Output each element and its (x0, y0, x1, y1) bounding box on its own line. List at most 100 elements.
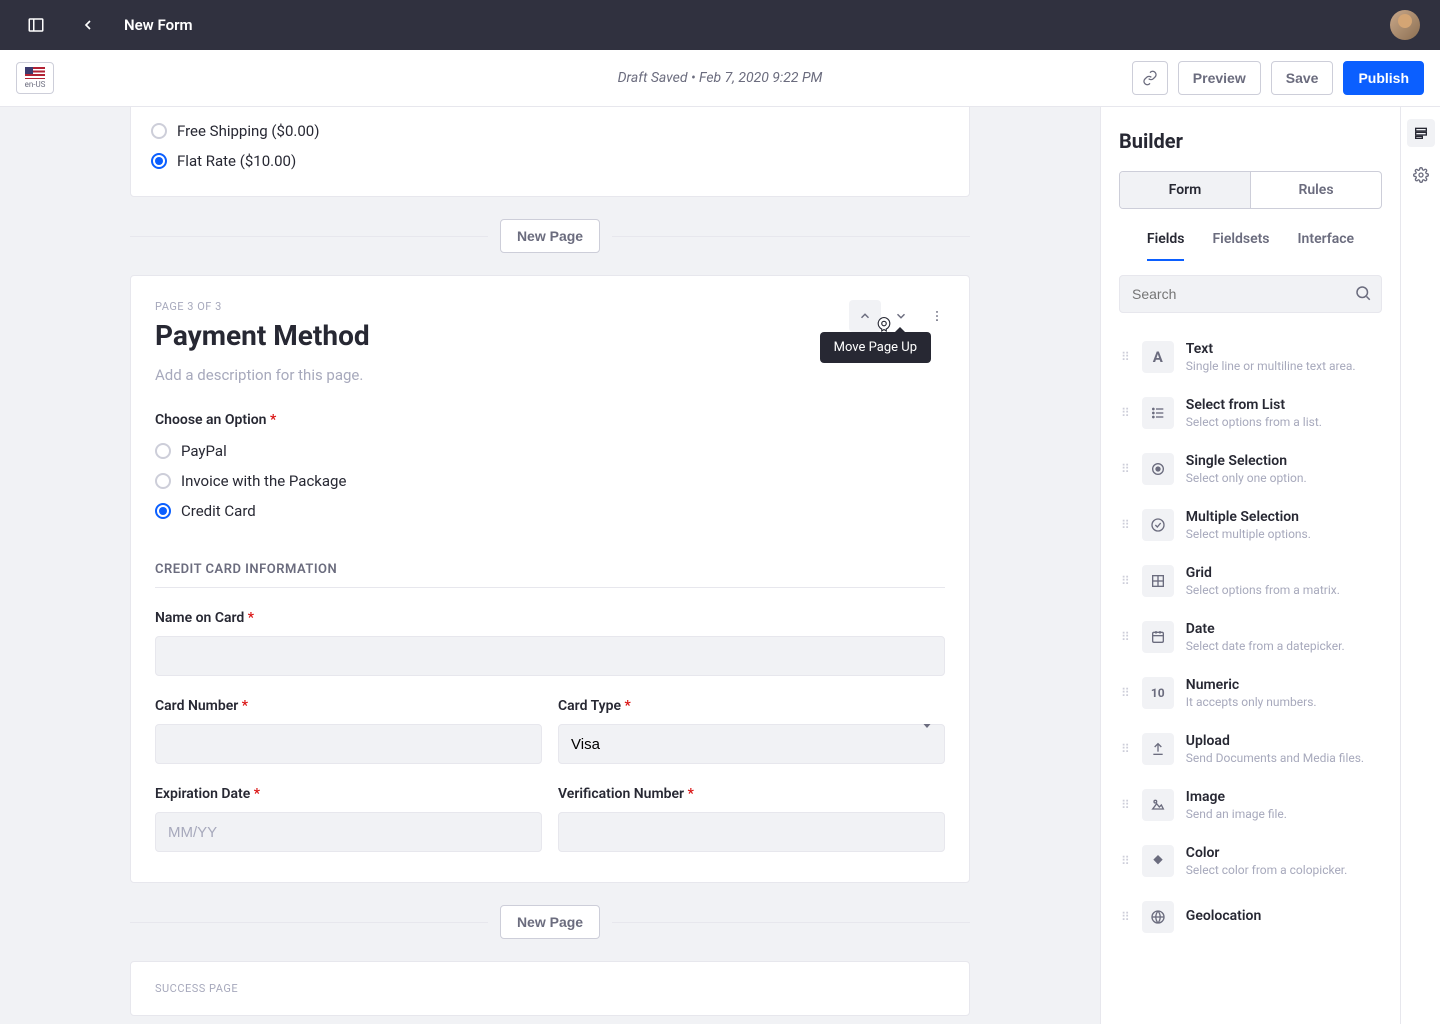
seg-form[interactable]: Form (1120, 172, 1250, 208)
field-type-icon (1142, 901, 1174, 933)
toolbar-actions: Preview Save Publish (1132, 61, 1424, 95)
field-item-geolocation[interactable]: ⠿Geolocation (1119, 889, 1382, 945)
locale-code: en-US (25, 80, 46, 89)
field-item-single-selection[interactable]: ⠿Single SelectionSelect only one option. (1119, 441, 1382, 497)
subtab-interface[interactable]: Interface (1298, 231, 1355, 261)
locale-selector[interactable]: en-US (16, 62, 54, 94)
field-item-text[interactable]: ⠿ATextSingle line or multiline text area… (1119, 329, 1382, 385)
new-page-button[interactable]: New Page (500, 219, 600, 253)
builder-segmented: Form Rules (1119, 171, 1382, 209)
field-item-date[interactable]: ⠿DateSelect date from a datepicker. (1119, 609, 1382, 665)
radio-icon (151, 153, 167, 169)
option-label: Credit Card (181, 502, 256, 520)
verification-input[interactable] (558, 812, 945, 852)
new-page-button[interactable]: New Page (500, 905, 600, 939)
seg-rules[interactable]: Rules (1250, 172, 1381, 208)
option-label: Free Shipping ($0.00) (177, 122, 319, 140)
cursor-icon (875, 316, 893, 334)
field-name: Date (1186, 621, 1345, 637)
fields-search-input[interactable] (1119, 275, 1382, 313)
field-item-grid[interactable]: ⠿GridSelect options from a matrix. (1119, 553, 1382, 609)
sidebar-toggle-icon[interactable] (20, 9, 52, 41)
card-type-select[interactable] (558, 724, 945, 764)
payment-option[interactable]: Invoice with the Package (155, 466, 945, 496)
link-button[interactable] (1132, 61, 1168, 95)
required-asterisk: * (270, 412, 276, 428)
back-icon[interactable] (72, 9, 104, 41)
field-name: Image (1186, 789, 1287, 805)
drag-handle-icon: ⠿ (1121, 798, 1130, 812)
field-type-icon (1142, 453, 1174, 485)
field-item-upload[interactable]: ⠿UploadSend Documents and Media files. (1119, 721, 1382, 777)
field-name: Multiple Selection (1186, 509, 1311, 525)
field-item-multiple-selection[interactable]: ⠿Multiple SelectionSelect multiple optio… (1119, 497, 1382, 553)
drag-handle-icon: ⠿ (1121, 742, 1130, 756)
rail-settings-icon[interactable] (1407, 161, 1435, 189)
page-description[interactable]: Add a description for this page. (155, 366, 945, 384)
field-item-select-from-list[interactable]: ⠿Select from ListSelect options from a l… (1119, 385, 1382, 441)
field-label: Choose an Option * (155, 412, 945, 428)
payment-option[interactable]: Credit Card (155, 496, 945, 526)
radio-icon (155, 473, 171, 489)
field-type-icon (1142, 789, 1174, 821)
drag-handle-icon: ⠿ (1121, 686, 1130, 700)
canvas[interactable]: Free Shipping ($0.00) Flat Rate ($10.00)… (0, 107, 1100, 1024)
field-name: Numeric (1186, 677, 1317, 693)
name-on-card-input[interactable] (155, 636, 945, 676)
field-type-icon (1142, 565, 1174, 597)
save-button[interactable]: Save (1271, 61, 1334, 95)
avatar[interactable] (1390, 10, 1420, 40)
toolbar: en-US Draft Saved • Feb 7, 2020 9:22 PM … (0, 50, 1440, 107)
field-label: Expiration Date * (155, 786, 542, 802)
page-title: New Form (124, 16, 193, 34)
field-desc: Select options from a list. (1186, 415, 1322, 429)
field-name: Color (1186, 845, 1348, 861)
radio-icon (155, 503, 171, 519)
payment-option[interactable]: PayPal (155, 436, 945, 466)
preview-button[interactable]: Preview (1178, 61, 1261, 95)
shipping-option[interactable]: Free Shipping ($0.00) (151, 116, 949, 146)
field-item-color[interactable]: ⠿ Color Select color from a colopicker. (1119, 833, 1382, 889)
rail-builder-icon[interactable] (1407, 119, 1435, 147)
drag-handle-icon: ⠿ (1121, 910, 1130, 924)
drag-handle-icon: ⠿ (1121, 462, 1130, 476)
field-desc: Select only one option. (1186, 471, 1307, 485)
field-label: Card Type * (558, 698, 945, 714)
page-more-button[interactable] (921, 300, 953, 332)
subtab-fields[interactable]: Fields (1147, 231, 1185, 261)
field-name: Upload (1186, 733, 1364, 749)
field-desc: Select color from a colopicker. (1186, 863, 1348, 877)
field-type-icon (1142, 621, 1174, 653)
publish-button[interactable]: Publish (1343, 61, 1424, 95)
subtab-fieldsets[interactable]: Fieldsets (1212, 231, 1269, 261)
shipping-card: Free Shipping ($0.00) Flat Rate ($10.00) (130, 107, 970, 197)
field-name: Text (1186, 341, 1356, 357)
shipping-option[interactable]: Flat Rate ($10.00) (151, 146, 949, 176)
flag-us-icon (25, 67, 45, 79)
field-item-numeric[interactable]: ⠿10NumericIt accepts only numbers. (1119, 665, 1382, 721)
field-item-image[interactable]: ⠿ Image Send an image file. (1119, 777, 1382, 833)
drag-handle-icon: ⠿ (1121, 854, 1130, 868)
success-meta: SUCCESS PAGE (155, 982, 945, 995)
caret-down-icon (921, 720, 933, 732)
expiration-input[interactable] (155, 812, 542, 852)
field-type-icon (1142, 397, 1174, 429)
builder-subtabs: Fields Fieldsets Interface (1119, 231, 1382, 261)
option-label: Invoice with the Package (181, 472, 346, 490)
topbar-left: New Form (20, 9, 193, 41)
option-label: Flat Rate ($10.00) (177, 152, 296, 170)
cc-section-header: CREDIT CARD INFORMATION (155, 562, 945, 588)
field-type-icon: 10 (1142, 677, 1174, 709)
drag-handle-icon: ⠿ (1121, 518, 1130, 532)
save-status: Draft Saved • Feb 7, 2020 9:22 PM (618, 70, 823, 86)
payment-page-card: Move Page Up PAGE 3 OF 3 Payment Method … (130, 275, 970, 883)
radio-icon (155, 443, 171, 459)
field-desc: Send an image file. (1186, 807, 1287, 821)
card-number-input[interactable] (155, 724, 542, 764)
field-label: Name on Card * (155, 610, 945, 626)
option-label: PayPal (181, 442, 227, 460)
main-wrap: Free Shipping ($0.00) Flat Rate ($10.00)… (0, 107, 1440, 1024)
topbar: New Form (0, 0, 1440, 50)
builder-title: Builder (1119, 129, 1382, 153)
page-meta: PAGE 3 OF 3 (155, 300, 945, 313)
